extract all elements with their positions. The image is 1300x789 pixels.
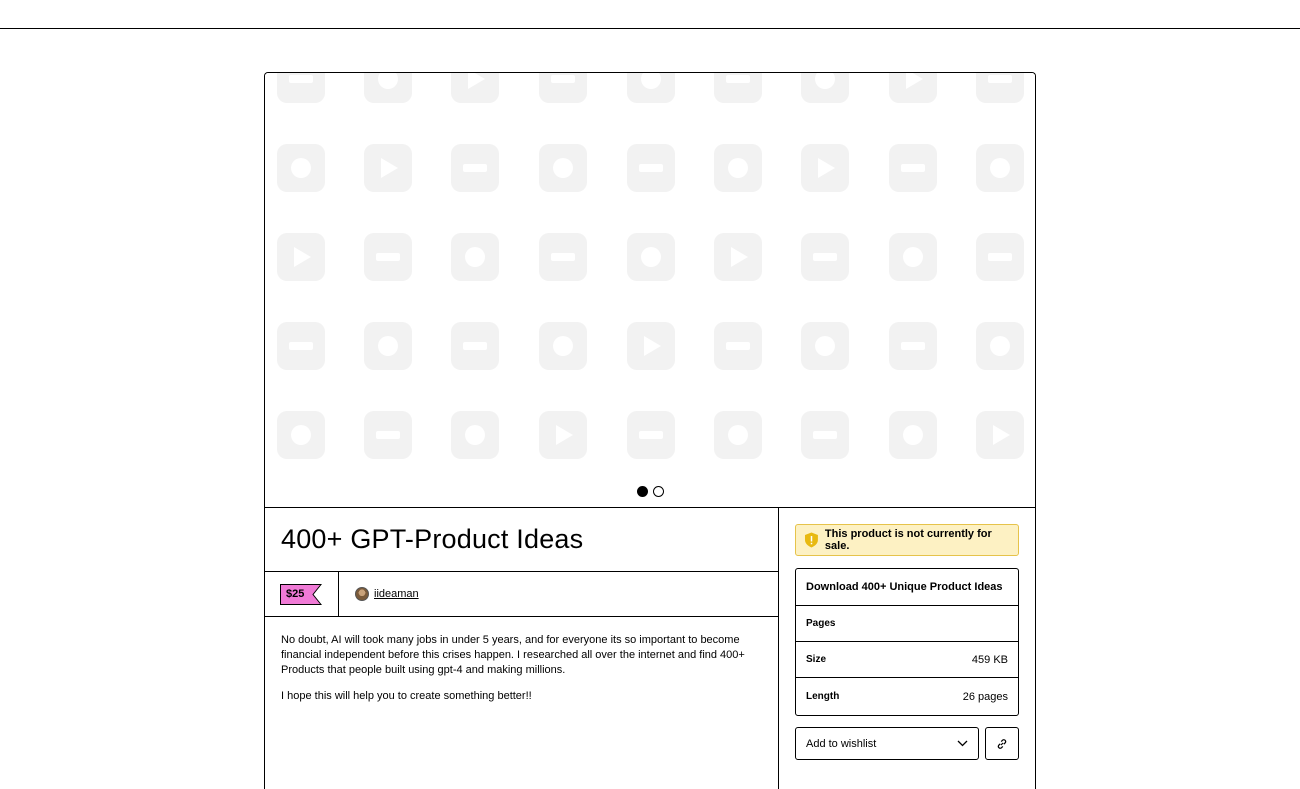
header-divider — [0, 28, 1300, 29]
cover-pattern-tile — [627, 144, 675, 192]
carousel-dot-1[interactable] — [636, 486, 648, 497]
cover-pattern-tile — [539, 322, 587, 370]
detail-row-length: Length 26 pages — [796, 678, 1018, 715]
title-row: 400+ GPT-Product Ideas — [265, 508, 778, 572]
product-card: 400+ GPT-Product Ideas $25 iideaman No d… — [264, 72, 1036, 789]
cover-pattern-tile — [627, 233, 675, 281]
alert-text: This product is not currently for sale. — [824, 528, 992, 552]
product-title: 400+ GPT-Product Ideas — [281, 524, 584, 554]
cover-pattern-tile — [277, 233, 325, 281]
cover-pattern-tile — [451, 233, 499, 281]
cover-pattern-tile — [714, 233, 762, 281]
creator-cell: iideaman — [339, 572, 419, 616]
carousel-dots — [265, 486, 1035, 497]
cover-pattern-tile — [976, 144, 1024, 192]
cover-pattern-tile — [801, 233, 849, 281]
cover-pattern-tile — [539, 411, 587, 459]
detail-key: Length — [806, 691, 840, 702]
cover-pattern-tile — [801, 322, 849, 370]
description-paragraph-2: I hope this will help you to create some… — [281, 690, 532, 702]
detail-key: Size — [806, 654, 827, 665]
cover-pattern-tile — [976, 411, 1024, 459]
cover-pattern-tile — [277, 411, 325, 459]
shield-warning-icon — [804, 532, 818, 548]
detail-value: 459 KB — [971, 653, 1008, 666]
add-to-wishlist-button[interactable]: Add to wishlist — [795, 727, 980, 760]
cover-pattern-tile — [889, 322, 937, 370]
cover-pattern-tile — [451, 73, 499, 103]
cover-pattern-tile — [364, 411, 412, 459]
price-label: $25 — [286, 588, 305, 600]
action-row: Add to wishlist — [795, 727, 1019, 760]
purchase-panel: This product is not currently for sale. … — [779, 508, 1035, 789]
product-details: Download 400+ Unique Product Ideas Pages… — [795, 568, 1019, 716]
cover-pattern-tile — [976, 73, 1024, 103]
cover-pattern-tile — [277, 144, 325, 192]
download-title: Download 400+ Unique Product Ideas — [796, 569, 1018, 606]
cover-pattern-tile — [451, 322, 499, 370]
cover-pattern-tile — [714, 144, 762, 192]
link-icon — [997, 738, 1007, 749]
price-tag: $25 — [280, 583, 322, 605]
cover-pattern-tile — [714, 322, 762, 370]
cover-pattern-tile — [277, 322, 325, 370]
detail-row-pages: Pages — [796, 606, 1018, 642]
cover-pattern-tile — [801, 144, 849, 192]
cover-pattern-tile — [801, 411, 849, 459]
product-description: No doubt, AI will took many jobs in unde… — [265, 617, 778, 704]
detail-value: 26 pages — [962, 690, 1008, 703]
cover-pattern-tile — [277, 73, 325, 103]
chevron-down-icon — [957, 740, 968, 747]
cover-pattern-tile — [801, 73, 849, 103]
cover-pattern-tile — [714, 73, 762, 103]
cover-pattern-tile — [627, 411, 675, 459]
cover-pattern-tile — [451, 144, 499, 192]
description-paragraph-1: No doubt, AI will took many jobs in unde… — [281, 634, 745, 676]
not-for-sale-alert: This product is not currently for sale. — [795, 524, 1019, 556]
product-cover[interactable] — [265, 73, 1035, 508]
cover-pattern-tile — [539, 73, 587, 103]
cover-pattern-tile — [889, 73, 937, 103]
cover-pattern-tile — [539, 233, 587, 281]
cover-pattern-tile — [451, 411, 499, 459]
cover-pattern-tile — [889, 411, 937, 459]
cover-pattern-tile — [364, 73, 412, 103]
product-info: 400+ GPT-Product Ideas $25 iideaman No d… — [265, 508, 779, 789]
cover-pattern-tile — [627, 322, 675, 370]
cover-pattern-tile — [976, 233, 1024, 281]
cover-pattern-tile — [539, 144, 587, 192]
cover-pattern-tile — [714, 411, 762, 459]
detail-key: Pages — [806, 618, 836, 629]
wishlist-label: Add to wishlist — [806, 737, 877, 750]
price-cell: $25 — [265, 572, 339, 616]
cover-pattern-tile — [889, 233, 937, 281]
copy-link-button[interactable] — [985, 727, 1019, 760]
creator-avatar[interactable] — [355, 587, 369, 601]
meta-row: $25 iideaman — [265, 572, 778, 617]
cover-pattern-tile — [627, 73, 675, 103]
carousel-dot-2[interactable] — [652, 486, 664, 497]
cover-pattern-tile — [364, 233, 412, 281]
cover-pattern-tile — [976, 322, 1024, 370]
cover-pattern-tile — [364, 322, 412, 370]
detail-row-size: Size 459 KB — [796, 642, 1018, 678]
cover-pattern-icons — [277, 73, 1024, 459]
creator-link[interactable]: iideaman — [374, 588, 419, 600]
cover-pattern-tile — [889, 144, 937, 192]
cover-pattern-tile — [364, 144, 412, 192]
